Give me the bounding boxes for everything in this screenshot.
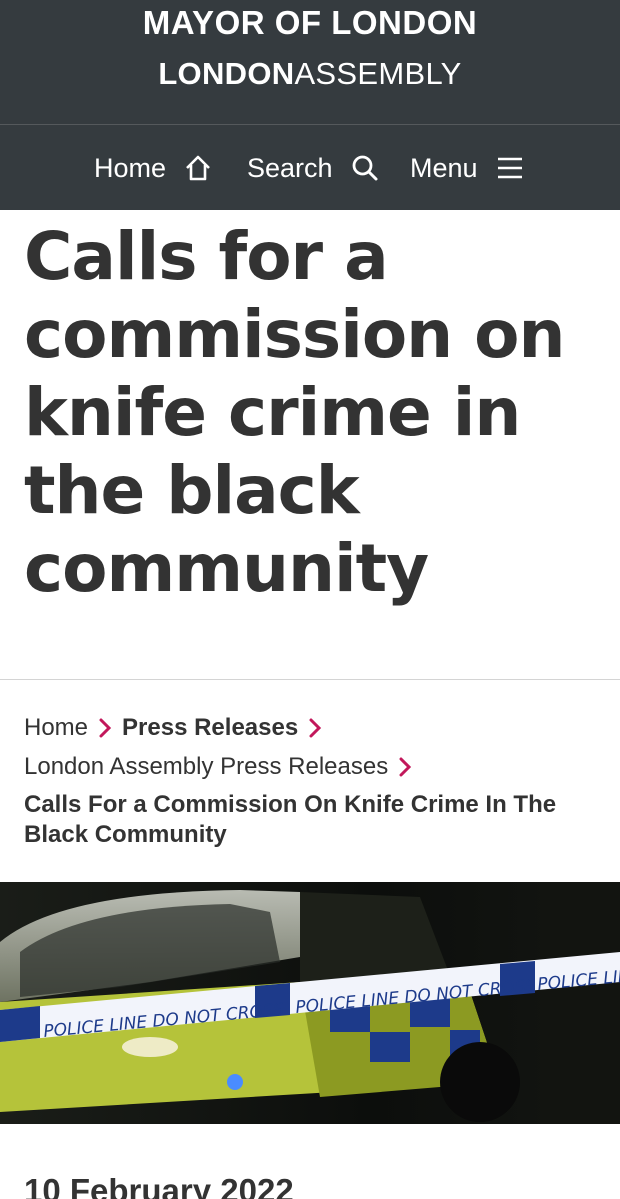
subtitle-light: ASSEMBLY — [294, 56, 462, 91]
hero-image: POLICE LINE DO NOT CROSS POLICE LINE DO … — [0, 882, 620, 1124]
nav-search-button[interactable]: Search — [247, 125, 379, 211]
site-subtitle[interactable]: LONDONASSEMBLY — [0, 56, 620, 92]
nav-home-label: Home — [94, 152, 167, 183]
chevron-right-icon — [98, 717, 112, 739]
chevron-right-icon — [398, 756, 412, 778]
subtitle-bold: LONDON — [158, 56, 295, 91]
divider — [0, 679, 620, 680]
site-title[interactable]: MAYOR OF LONDON — [0, 4, 620, 42]
publish-date: 10 February 2022 — [24, 1172, 294, 1199]
site-header: MAYOR OF LONDON LONDONASSEMBLY — [0, 0, 620, 124]
page-title: Calls for a commission on knife crime in… — [24, 218, 565, 607]
police-car-image: POLICE LINE DO NOT CROSS POLICE LINE DO … — [0, 882, 620, 1124]
breadcrumb-current: Calls For a Commission On Knife Crime In… — [24, 791, 557, 848]
hamburger-icon — [497, 157, 522, 179]
search-icon — [352, 155, 378, 181]
breadcrumb-press-releases[interactable]: Press Releases — [122, 714, 298, 742]
breadcrumb-assembly-press-releases[interactable]: London Assembly Press Releases — [24, 753, 388, 781]
nav-menu-button[interactable]: Menu — [410, 125, 524, 211]
nav-menu-label: Menu — [410, 152, 478, 183]
home-icon — [186, 155, 210, 181]
nav-search-label: Search — [247, 152, 333, 183]
chevron-right-icon — [308, 717, 322, 739]
breadcrumb-home[interactable]: Home — [24, 714, 88, 742]
nav-home-button[interactable]: Home — [94, 125, 212, 211]
main-nav: Home Search Menu — [0, 124, 620, 210]
breadcrumb: Home Press Releases London Assembly Pres… — [24, 708, 604, 850]
